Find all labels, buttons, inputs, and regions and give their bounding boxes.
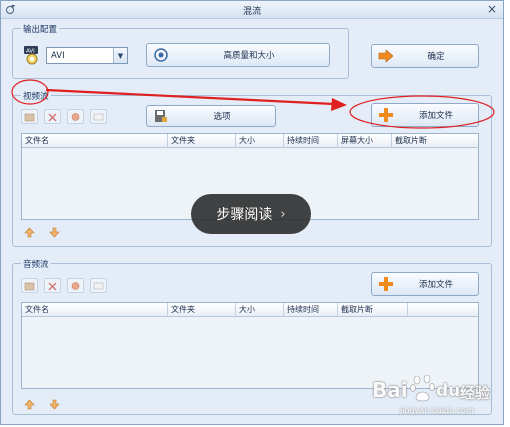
watermark-brand: Bai <box>372 378 408 402</box>
annotation-arrow-line <box>45 88 335 106</box>
annotation-arrow-head <box>331 98 347 111</box>
watermark-suffix: 经验 <box>460 384 491 402</box>
watermark-brand-du: du <box>436 381 461 401</box>
chevron-right-icon: › <box>280 206 286 222</box>
paw-icon <box>410 374 435 402</box>
baidu-watermark: Bai du 经验 jingyan.baidu.com <box>370 372 506 418</box>
step-reading-button[interactable]: 步骤阅读 › <box>191 194 311 234</box>
step-reading-label: 步骤阅读 <box>216 207 273 223</box>
watermark-url: jingyan.baidu.com <box>400 406 474 415</box>
annotation-circle-add-file <box>349 95 495 129</box>
annotation-circle-video-label <box>11 79 49 105</box>
